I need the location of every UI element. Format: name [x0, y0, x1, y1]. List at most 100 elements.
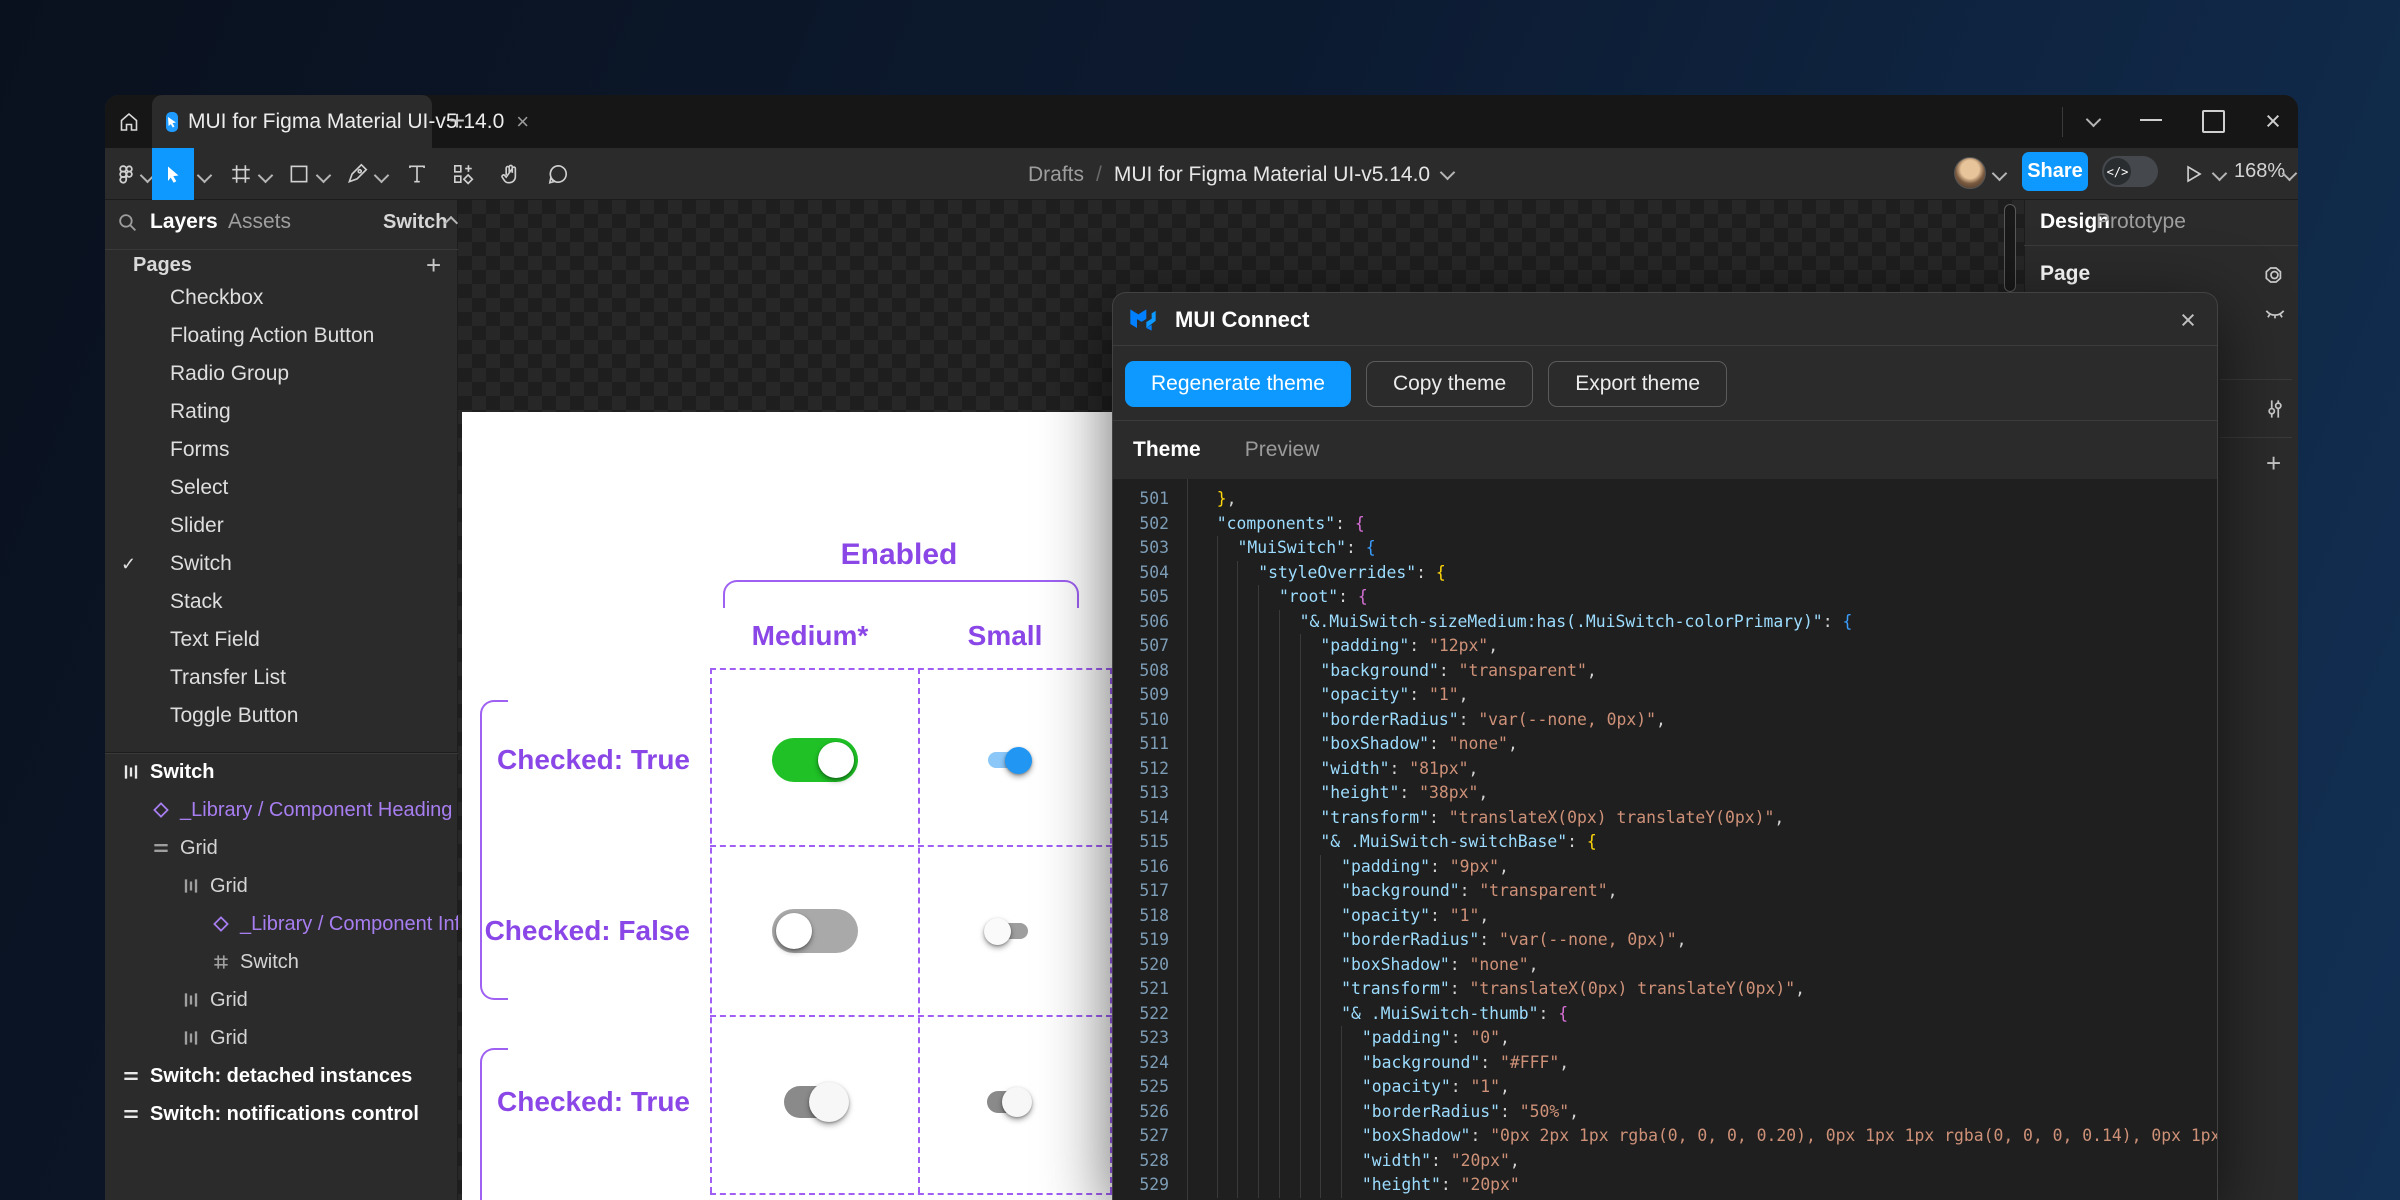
- indent-guide: [1217, 536, 1238, 561]
- tab-theme[interactable]: Theme: [1133, 438, 1201, 462]
- main-menu-button[interactable]: [108, 148, 142, 200]
- minimize-icon[interactable]: [2140, 119, 2162, 121]
- code-token: "& .MuiSwitch-switchBase": [1320, 832, 1567, 851]
- indent-guide: [1320, 855, 1341, 880]
- indent-guide: [1258, 830, 1279, 855]
- enabled-group-label[interactable]: Enabled: [749, 538, 1049, 572]
- file-menu-chevron-icon[interactable]: [1440, 164, 1456, 180]
- page-item[interactable]: Forms: [105, 431, 458, 469]
- indent-guide: [1197, 512, 1217, 537]
- layer-item[interactable]: Switch: [105, 943, 458, 981]
- new-tab-button[interactable]: +: [440, 104, 474, 138]
- tab-prototype[interactable]: Prototype: [2096, 210, 2186, 234]
- shape-tool-button[interactable]: [284, 148, 314, 200]
- export-theme-button[interactable]: Export theme: [1548, 361, 1727, 407]
- indent-guide: [1217, 1051, 1238, 1076]
- page-item[interactable]: Radio Group: [105, 355, 458, 393]
- add-style-button[interactable]: +: [2266, 448, 2281, 479]
- layer-item[interactable]: Grid: [105, 1019, 458, 1057]
- code-line: 527"boxShadow": "0px 2px 1px rgba(0, 0, …: [1113, 1124, 2217, 1149]
- switch-toggle[interactable]: [988, 923, 1028, 939]
- indent-guide: [1258, 659, 1279, 684]
- breadcrumb-file[interactable]: MUI for Figma Material UI-v5.14.0: [1114, 163, 1430, 187]
- indent-guide: [1237, 806, 1258, 831]
- switch-toggle[interactable]: [772, 738, 858, 782]
- code-text: "background": "transparent",: [1197, 659, 1597, 684]
- indent-guide: [1300, 806, 1321, 831]
- page-item[interactable]: Toggle Button: [105, 697, 458, 735]
- move-tool-button[interactable]: [152, 148, 194, 200]
- indent-guide: [1217, 879, 1238, 904]
- eye-closed-icon[interactable]: [2260, 298, 2290, 328]
- share-button[interactable]: Share: [2022, 152, 2088, 191]
- window-close-icon[interactable]: ×: [2258, 104, 2288, 138]
- search-icon[interactable]: [117, 212, 138, 238]
- page-item[interactable]: Checkbox: [105, 279, 458, 317]
- switch-toggle[interactable]: [784, 1086, 846, 1118]
- avatar[interactable]: [1954, 157, 1986, 189]
- code-token: :: [1338, 587, 1358, 606]
- indent-guide: [1320, 1173, 1341, 1198]
- page-item[interactable]: Transfer List: [105, 659, 458, 697]
- indent-guide: [1300, 904, 1321, 929]
- page-item[interactable]: Stack: [105, 583, 458, 621]
- switch-toggle[interactable]: [988, 752, 1028, 768]
- regenerate-theme-button[interactable]: Regenerate theme: [1125, 361, 1351, 407]
- text-tool-button[interactable]: [402, 148, 432, 200]
- page-item-label: Rating: [170, 400, 231, 424]
- code-line: 520"boxShadow": "none",: [1113, 953, 2217, 978]
- column-label-small[interactable]: Small: [905, 620, 1105, 652]
- layer-item[interactable]: Switch: detached instances: [105, 1057, 458, 1095]
- layer-item[interactable]: Grid: [105, 981, 458, 1019]
- add-page-button[interactable]: +: [426, 250, 441, 281]
- layer-item[interactable]: Grid: [105, 867, 458, 905]
- code-token: :: [1429, 808, 1449, 827]
- canvas-scrollbar[interactable]: [2004, 204, 2016, 292]
- variables-sliders-icon[interactable]: [2260, 394, 2290, 424]
- page-item[interactable]: Select: [105, 469, 458, 507]
- breadcrumb-folder[interactable]: Drafts: [1028, 163, 1084, 187]
- hand-tool-button[interactable]: [495, 148, 525, 200]
- present-button[interactable]: [2178, 148, 2208, 200]
- copy-theme-button[interactable]: Copy theme: [1366, 361, 1533, 407]
- indent-guide: [1237, 928, 1258, 953]
- switch-toggle[interactable]: [987, 1091, 1029, 1113]
- frame-tool-button[interactable]: [226, 148, 256, 200]
- page-item[interactable]: ✓Switch: [105, 545, 458, 583]
- layer-item[interactable]: Switch: notifications control: [105, 1095, 458, 1133]
- code-token: "background": [1362, 1053, 1480, 1072]
- figma-logo-icon: [113, 162, 137, 186]
- zoom-level[interactable]: 168%: [2234, 160, 2285, 183]
- blend-eye-icon[interactable]: [2260, 260, 2290, 290]
- home-button[interactable]: [105, 95, 152, 148]
- theme-code-editor[interactable]: 501},502"components": {503"MuiSwitch": {…: [1113, 479, 2217, 1200]
- layer-item[interactable]: _Library / Component Heading: [105, 791, 458, 829]
- page-item[interactable]: Text Field: [105, 621, 458, 659]
- layer-item[interactable]: Grid: [105, 829, 458, 867]
- maximize-icon[interactable]: [2202, 110, 2225, 133]
- tab-layers[interactable]: Layers: [150, 210, 218, 234]
- tab-assets[interactable]: Assets: [228, 210, 291, 234]
- row-label[interactable]: Checked: False: [460, 911, 690, 951]
- line-number: 521: [1113, 977, 1169, 1002]
- comment-tool-button[interactable]: [543, 148, 573, 200]
- file-tab[interactable]: MUI for Figma Material UI-v5.14.0 ×: [152, 95, 432, 148]
- tab-close-icon[interactable]: ×: [516, 111, 529, 133]
- pen-tool-button[interactable]: [342, 148, 372, 200]
- code-token: {: [1358, 587, 1368, 606]
- page-item[interactable]: Slider: [105, 507, 458, 545]
- dev-mode-toggle[interactable]: </>: [2102, 156, 2158, 187]
- tab-preview[interactable]: Preview: [1245, 438, 1320, 462]
- actions-tool-button[interactable]: [448, 148, 478, 200]
- row-label[interactable]: Checked: True: [460, 740, 690, 780]
- column-label-medium[interactable]: Medium*: [710, 620, 910, 652]
- code-line: 513"height": "38px",: [1113, 781, 2217, 806]
- page-item[interactable]: Floating Action Button: [105, 317, 458, 355]
- layer-search-term[interactable]: Switch: [383, 211, 447, 234]
- page-item[interactable]: Rating: [105, 393, 458, 431]
- switch-toggle[interactable]: [772, 909, 858, 953]
- layer-item[interactable]: _Library / Component Information: [105, 905, 458, 943]
- layer-item[interactable]: Switch: [105, 753, 458, 791]
- modal-close-icon[interactable]: ×: [2173, 305, 2203, 335]
- row-label[interactable]: Checked: True: [460, 1082, 690, 1122]
